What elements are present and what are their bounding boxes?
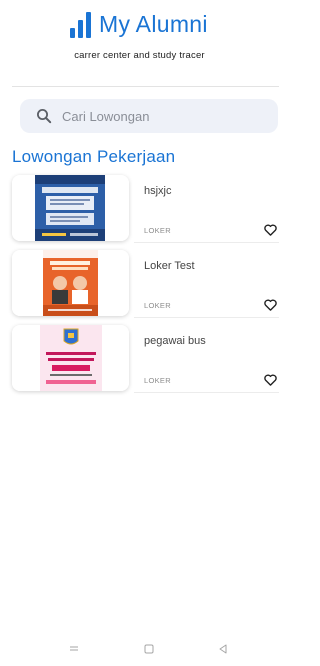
job-card[interactable]: hsjxjc LOKER — [12, 175, 279, 243]
job-category: LOKER — [144, 376, 171, 385]
card-divider — [134, 317, 279, 318]
app-tagline: carrer center and study tracer — [74, 50, 205, 61]
back-triangle-icon[interactable] — [217, 644, 229, 654]
job-poster-image — [12, 325, 129, 391]
search-placeholder: Cari Lowongan — [62, 108, 150, 124]
app-title: My Alumni — [99, 11, 208, 37]
job-poster-image — [12, 175, 129, 241]
job-poster-image — [12, 250, 129, 316]
app-logo: My Alumni — [70, 10, 208, 38]
menu-icon[interactable] — [68, 644, 80, 654]
heart-icon[interactable] — [264, 374, 277, 386]
job-title[interactable]: hsjxjc — [144, 185, 172, 197]
section-title: Lowongan Pekerjaan — [12, 147, 176, 166]
system-nav-bar — [0, 638, 279, 666]
job-title[interactable]: Loker Test — [144, 260, 195, 272]
search-input[interactable]: Cari Lowongan — [20, 99, 278, 133]
job-title[interactable]: pegawai bus — [144, 335, 206, 347]
job-card[interactable]: Loker Test LOKER — [12, 250, 279, 318]
app-header: My Alumni carrer center and study tracer — [0, 0, 279, 88]
job-card[interactable]: pegawai bus LOKER — [12, 325, 279, 393]
header-divider — [12, 86, 279, 87]
job-thumbnail[interactable] — [12, 325, 129, 391]
heart-icon[interactable] — [264, 224, 277, 236]
search-icon — [37, 109, 52, 124]
home-square-icon[interactable] — [143, 644, 155, 654]
job-category: LOKER — [144, 301, 171, 310]
job-thumbnail[interactable] — [12, 250, 129, 316]
card-divider — [134, 392, 279, 393]
logo-bars-icon — [70, 12, 91, 38]
job-category: LOKER — [144, 226, 171, 235]
heart-icon[interactable] — [264, 299, 277, 311]
job-thumbnail[interactable] — [12, 175, 129, 241]
card-divider — [134, 242, 279, 243]
